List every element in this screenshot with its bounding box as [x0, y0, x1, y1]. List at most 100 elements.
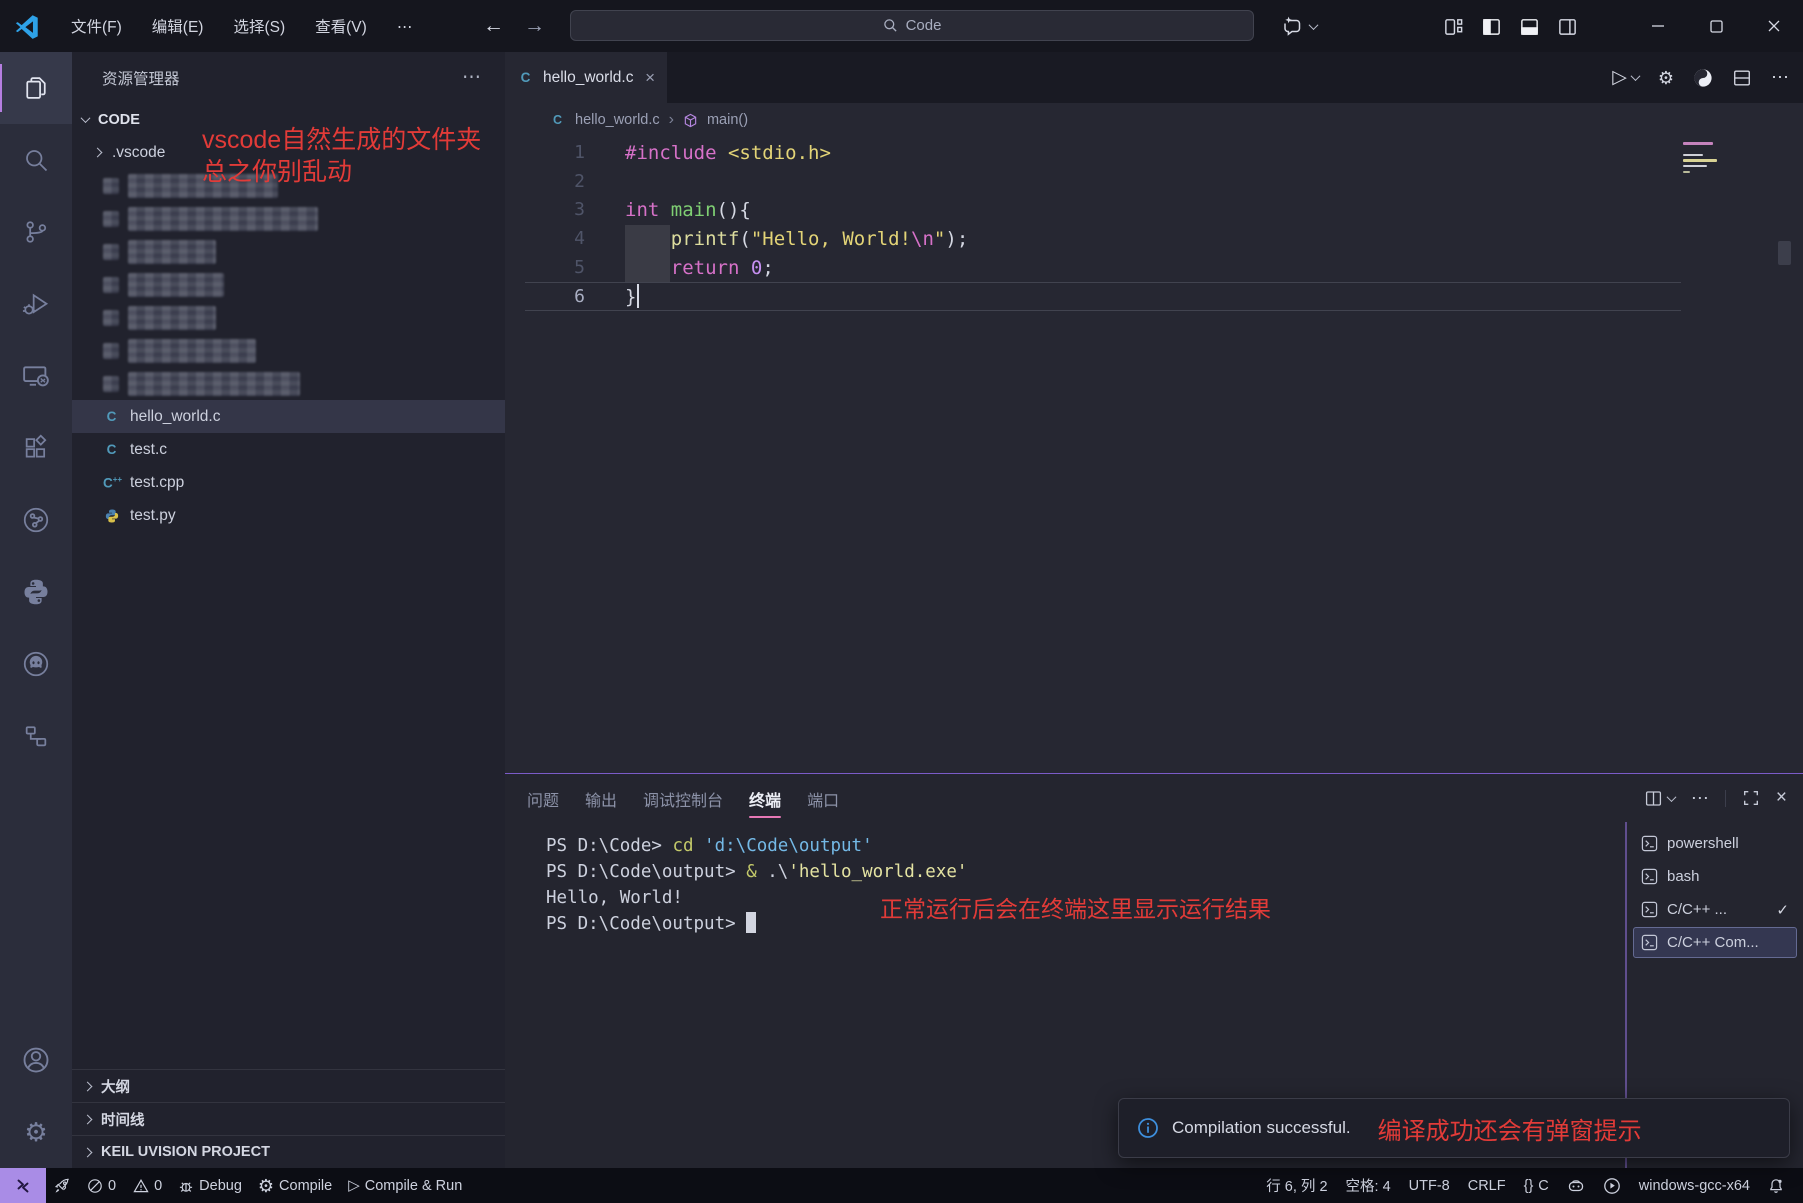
github-icon [21, 649, 51, 679]
panel-tab-端口[interactable]: 端口 [807, 774, 839, 822]
activity-code-runner[interactable] [0, 484, 72, 556]
compiler-config[interactable]: windows-gcc-x64 [1630, 1168, 1759, 1203]
activity-remote-explorer[interactable] [0, 340, 72, 412]
cursor-position[interactable]: 行 6, 列 2 [1257, 1168, 1336, 1203]
toggle-secondary-sidebar-icon[interactable] [1557, 16, 1578, 37]
eol-sequence[interactable]: CRLF [1459, 1168, 1515, 1203]
tree-row-redacted[interactable] [72, 268, 505, 301]
maximize-panel-icon[interactable] [1742, 789, 1760, 807]
scrollbar-thumb[interactable] [1778, 241, 1791, 265]
code-editor[interactable]: 123456 #include <stdio.h> int main(){ pr… [505, 137, 1803, 773]
activity-python[interactable] [0, 556, 72, 628]
tree-row-test.py[interactable]: test.py [72, 499, 505, 532]
notification-toast[interactable]: Compilation successful. 编译成功还会有弹窗提示 [1118, 1098, 1790, 1158]
c-file-icon: C [517, 70, 534, 85]
session-C/C++ ...[interactable]: C/C++ ...✓ [1633, 894, 1797, 925]
session-bash[interactable]: bash [1633, 861, 1797, 892]
chevron-down-icon[interactable] [1309, 20, 1319, 30]
session-powershell[interactable]: powershell [1633, 828, 1797, 859]
tree-row-test.cpp[interactable]: C++test.cpp [72, 466, 505, 499]
debug-button[interactable]: Debug [170, 1168, 250, 1203]
notification-message: Compilation successful. [1172, 1118, 1351, 1138]
activity-extensions[interactable] [0, 412, 72, 484]
language-mode[interactable]: {} C [1515, 1168, 1558, 1203]
tree-row-hello_world.c[interactable]: Chello_world.c [72, 400, 505, 433]
settings-gear-icon[interactable]: ⚙ [1658, 69, 1674, 87]
panel-tab-终端[interactable]: 终端 [749, 774, 781, 822]
section-时间线[interactable]: 时间线 [72, 1102, 505, 1135]
split-editor-icon[interactable] [1732, 68, 1752, 88]
activity-explorer[interactable] [0, 52, 72, 124]
activity-search[interactable] [0, 124, 72, 196]
run-button[interactable]: ▷ [1612, 68, 1627, 87]
code-runner-status[interactable] [1594, 1168, 1630, 1203]
split-terminal-icon[interactable] [1644, 789, 1675, 808]
tree-row-redacted[interactable] [72, 301, 505, 334]
titlebar: 文件(F)编辑(E)选择(S)查看(V)⋯ ← → Code [0, 0, 1803, 52]
activity-run-debug[interactable] [0, 268, 72, 340]
compile-button[interactable]: ⚙ Compile [250, 1168, 340, 1203]
back-arrow[interactable]: ← [483, 0, 504, 52]
vscode-logo [14, 13, 40, 39]
tree-row-test.c[interactable]: Ctest.c [72, 433, 505, 466]
activity-github[interactable] [0, 628, 72, 700]
notifications-bell[interactable] [1759, 1168, 1793, 1203]
breadcrumb[interactable]: C hello_world.c › main() [505, 103, 1803, 137]
tab-close-icon[interactable]: × [645, 68, 655, 88]
explorer-more-icon[interactable]: ⋯ [462, 66, 481, 89]
braces-icon: {} [1524, 1178, 1534, 1194]
activity-project-manager[interactable] [0, 700, 72, 772]
close-button[interactable] [1745, 0, 1803, 52]
close-panel-icon[interactable]: × [1776, 787, 1787, 809]
panel-tab-问题[interactable]: 问题 [527, 774, 559, 822]
toggle-panel-icon[interactable] [1519, 16, 1540, 37]
redacted-file-icon [103, 310, 119, 326]
session-C/C++ Com...[interactable]: C/C++ Com... [1633, 927, 1797, 958]
minimap[interactable] [1683, 139, 1723, 176]
editor-more-icon[interactable]: ⋯ [1771, 67, 1789, 88]
panel-more-icon[interactable]: ⋯ [1691, 788, 1709, 809]
indentation[interactable]: 空格: 4 [1337, 1168, 1400, 1203]
panel-tab-调试控制台[interactable]: 调试控制台 [643, 774, 723, 822]
activity-source-control[interactable] [0, 196, 72, 268]
activity-settings[interactable]: ⚙ [0, 1096, 72, 1168]
problems-indicator[interactable]: 0 0 [79, 1168, 170, 1203]
compile-run-button[interactable]: ▷ Compile & Run [340, 1168, 470, 1203]
terminal-icon [1641, 934, 1658, 951]
search-icon [22, 146, 50, 174]
editor-tabbar: C hello_world.c × ▷ ⚙ ⋯ [505, 52, 1803, 103]
copilot-chat-icon[interactable] [1282, 15, 1304, 37]
panel-tab-输出[interactable]: 输出 [585, 774, 617, 822]
redacted-file-icon [103, 343, 119, 359]
customize-layout-icon[interactable] [1443, 16, 1464, 37]
terminal-line: PS D:\Code\output> & .\'hello_world.exe' [546, 859, 967, 885]
yin-yang-icon[interactable] [1693, 68, 1713, 88]
py-file-icon [103, 508, 120, 524]
editor-cursor [637, 284, 639, 308]
menu-文件(F)[interactable]: 文件(F) [56, 13, 137, 42]
tree-row-redacted[interactable] [72, 235, 505, 268]
command-center[interactable]: Code [570, 10, 1254, 41]
chevron-down-icon[interactable] [1666, 792, 1676, 802]
menu-编辑(E)[interactable]: 编辑(E) [137, 13, 219, 42]
minimize-button[interactable] [1629, 0, 1687, 52]
run-dropdown-icon[interactable] [1630, 71, 1640, 81]
tree-row-redacted[interactable] [72, 334, 505, 367]
tree-row-redacted[interactable] [72, 367, 505, 400]
toggle-sidebar-icon[interactable] [1481, 16, 1502, 37]
section-大纲[interactable]: 大纲 [72, 1069, 505, 1102]
remote-indicator[interactable] [0, 1168, 46, 1203]
menu-查看(V)[interactable]: 查看(V) [300, 13, 382, 42]
tree-row-redacted[interactable] [72, 202, 505, 235]
rocket-button[interactable] [46, 1168, 79, 1203]
maximize-button[interactable] [1687, 0, 1745, 52]
code-token: ( [739, 228, 750, 250]
section-KEIL UVISION PROJECT[interactable]: KEIL UVISION PROJECT [72, 1135, 505, 1168]
copilot-status[interactable] [1558, 1168, 1594, 1203]
menu-选择(S)[interactable]: 选择(S) [218, 13, 300, 42]
menu-overflow[interactable]: ⋯ [382, 13, 428, 42]
forward-arrow[interactable]: → [524, 0, 545, 52]
tab-hello-world[interactable]: C hello_world.c × [505, 52, 667, 103]
activity-account[interactable] [0, 1024, 72, 1096]
encoding[interactable]: UTF-8 [1400, 1168, 1459, 1203]
